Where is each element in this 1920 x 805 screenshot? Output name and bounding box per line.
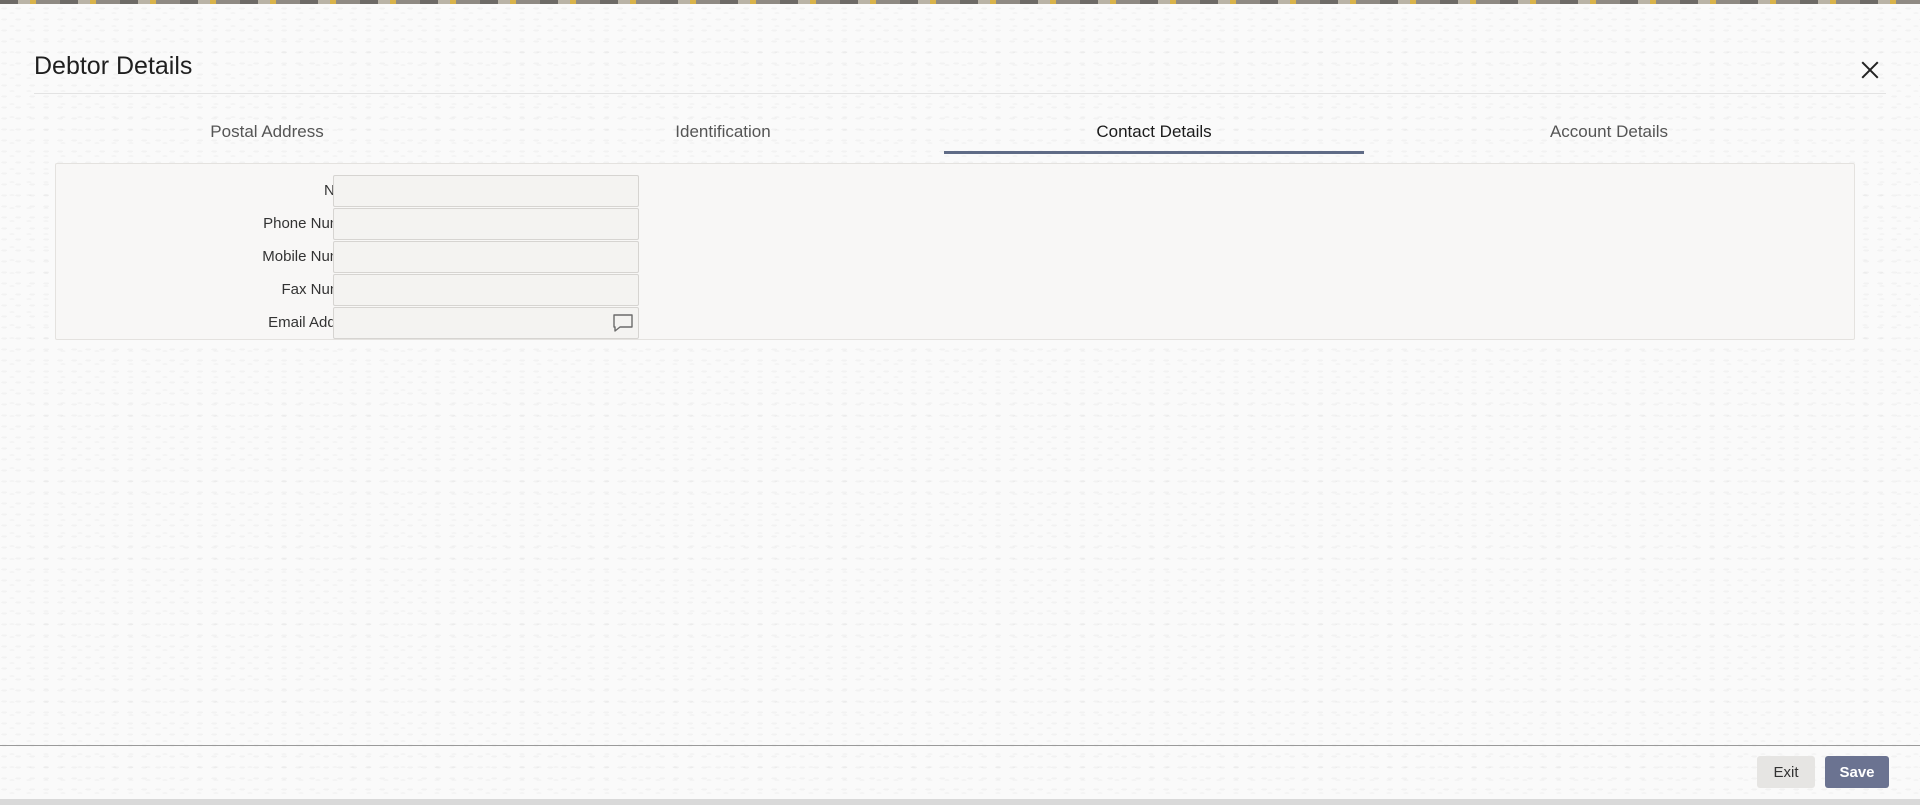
close-icon[interactable] — [1856, 56, 1884, 84]
email-row: Email Address — [56, 307, 756, 339]
fax-row: Fax Number — [56, 274, 756, 306]
mobile-number-input[interactable] — [333, 241, 639, 273]
header-divider — [34, 93, 1886, 94]
tab-account-details[interactable]: Account Details — [1364, 112, 1854, 154]
dialog-title: Debtor Details — [34, 52, 193, 80]
phone-row: Phone Number — [56, 208, 756, 240]
mobile-row: Mobile Number — [56, 241, 756, 273]
tab-identification[interactable]: Identification — [500, 112, 946, 154]
tab-bar: Postal Address Identification Contact De… — [34, 112, 1886, 154]
tab-postal-address[interactable]: Postal Address — [34, 112, 500, 154]
tab-contact-details[interactable]: Contact Details — [944, 112, 1364, 154]
exit-button[interactable]: Exit — [1757, 756, 1815, 788]
email-address-input[interactable] — [333, 307, 639, 339]
contact-details-panel: Name Phone Number Mobile Number Fax Numb… — [55, 163, 1855, 340]
footer-divider — [0, 745, 1920, 746]
message-icon[interactable] — [612, 313, 634, 333]
fax-number-input[interactable] — [333, 274, 639, 306]
debtor-details-dialog: Debtor Details Postal Address Identifica… — [0, 4, 1920, 801]
name-row: Name — [56, 175, 756, 207]
bottom-strip — [0, 799, 1920, 805]
name-input[interactable] — [333, 175, 639, 207]
save-button[interactable]: Save — [1825, 756, 1889, 788]
phone-number-input[interactable] — [333, 208, 639, 240]
